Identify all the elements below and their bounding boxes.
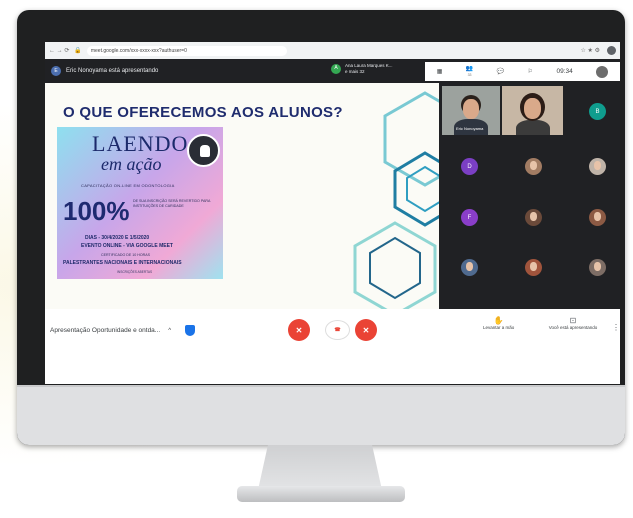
- video-caption: Eric Nonoyama: [456, 126, 484, 131]
- browser-actions: ☆ ★ ⚙: [581, 46, 616, 55]
- meet-control-bar: Apresentação Oportunidade e ontda... ^ ✕…: [45, 309, 620, 384]
- raise-hand-label: Levantar a mão: [483, 324, 515, 330]
- phone-icon: ☎: [334, 327, 341, 333]
- chat-icon[interactable]: 💬: [497, 69, 504, 75]
- camera-off-button[interactable]: ✕: [355, 319, 377, 341]
- people-button[interactable]: 👥 33: [466, 66, 473, 78]
- poster-percent-note: DE SUA INSCRIÇÃO SERÁ REVERTIDO PARA INS…: [133, 199, 211, 208]
- participant-photo[interactable]: [589, 259, 606, 276]
- video-tile[interactable]: [502, 86, 563, 135]
- meet-toolbar: ▦ 👥 33 💬 ⚐ 09:34: [425, 62, 620, 81]
- participant-photo[interactable]: [461, 259, 478, 276]
- raise-hand-button[interactable]: ✋ Levantar a mão: [483, 316, 515, 330]
- monitor-stand-base: [237, 486, 405, 502]
- poster-dates: DIAS - 30/4/2020 E 1/5/2020: [85, 235, 150, 241]
- poster-subtitle: CAPACITAÇÃO ON-LINE EM ODONTOLOGIA: [81, 183, 175, 188]
- mic-off-icon: ✕: [295, 325, 303, 335]
- participant-avatar[interactable]: D: [461, 158, 478, 175]
- presenter-banner-text: Eric Nonoyama está apresentando: [66, 68, 159, 74]
- video-tile[interactable]: Eric Nonoyama: [442, 86, 500, 135]
- hang-up-button[interactable]: ☎: [325, 320, 350, 340]
- monitor-screen: ← → ⟳ 🔒 meet.google.com/xxx-xxxx-xxx?aut…: [45, 42, 620, 384]
- lock-icon: 🔒: [74, 48, 82, 54]
- tooth-logo-icon: [187, 134, 220, 167]
- participant-face: [463, 99, 479, 119]
- participant-photo[interactable]: [525, 158, 542, 175]
- people-count: 33: [467, 72, 472, 77]
- participants-panel: Eric Nonoyama B D F: [439, 83, 620, 309]
- participant-photo[interactable]: [525, 259, 542, 276]
- participant-photo[interactable]: [589, 158, 606, 175]
- mic-off-button[interactable]: ✕: [288, 319, 310, 341]
- poster-certificate: CERTIFICADO DE 10 HORAS: [101, 253, 151, 257]
- hand-icon: ✋: [493, 316, 504, 325]
- poster-percent: 100%: [63, 196, 130, 226]
- participant-body: [516, 120, 550, 135]
- meeting-details[interactable]: Apresentação Oportunidade e ontda... ^: [50, 325, 196, 336]
- poster-footer: INSCRIÇÕES ABERTAS: [117, 270, 153, 274]
- poster-brand-sub: em ação: [101, 154, 162, 174]
- clock: 09:34: [556, 68, 573, 75]
- camera-off-icon: ✕: [362, 325, 370, 335]
- pinned-participant[interactable]: A Ana Laura Marques K... e mais 32: [331, 63, 393, 74]
- presenter-avatar: E: [51, 66, 61, 76]
- presentation-slide: O QUE OFERECEMOS AOS ALUNOS? LAENDO em a…: [45, 83, 439, 309]
- present-screen-icon: ⊡: [569, 316, 577, 325]
- presenting-label: Você está apresentando: [548, 324, 598, 330]
- poster-speakers: PALESTRANTES NACIONAIS E INTERNACIONAIS: [63, 260, 182, 266]
- presenting-button[interactable]: ⊡ Você está apresentando: [543, 316, 603, 330]
- participant-photo[interactable]: [589, 209, 606, 226]
- activities-icon[interactable]: ⚐: [528, 69, 533, 75]
- event-poster: LAENDO em ação CAPACITAÇÃO ON-LINE EM OD…: [57, 127, 223, 279]
- address-bar-text: meet.google.com/xxx-xxxx-xxx?authuser=0: [90, 47, 187, 54]
- meet-header: E Eric Nonoyama está apresentando A Ana …: [45, 59, 620, 83]
- address-bar[interactable]: meet.google.com/xxx-xxxx-xxx?authuser=0: [86, 45, 287, 56]
- pinned-avatar: A: [331, 63, 341, 74]
- shield-icon[interactable]: [185, 325, 196, 336]
- grid-view-icon[interactable]: ▦: [437, 69, 443, 75]
- presenter-banner: E Eric Nonoyama está apresentando: [51, 66, 158, 76]
- poster-event: EVENTO ONLINE - VIA GOOGLE MEET: [81, 243, 173, 249]
- monitor-stand-neck: [258, 445, 382, 490]
- participant-avatar[interactable]: B: [589, 103, 606, 120]
- pinned-more: e mais 32: [345, 68, 365, 74]
- browser-profile-icon[interactable]: [607, 46, 616, 55]
- more-options-icon[interactable]: ⋮: [612, 323, 620, 332]
- user-avatar[interactable]: [596, 65, 609, 78]
- slide-title: O QUE OFERECEMOS AOS ALUNOS?: [63, 104, 343, 121]
- participant-photo[interactable]: [525, 209, 542, 226]
- participant-avatar[interactable]: F: [461, 209, 478, 226]
- browser-toolbar: ← → ⟳ 🔒 meet.google.com/xxx-xxxx-xxx?aut…: [45, 42, 620, 59]
- meeting-name-text: Apresentação Oportunidade e ontda...: [50, 327, 161, 334]
- participant-face: [524, 98, 541, 119]
- browser-nav-icons[interactable]: ← → ⟳: [49, 47, 69, 54]
- monitor-chin: [17, 385, 625, 445]
- chevron-up-icon[interactable]: ^: [168, 328, 171, 334]
- bookmark-icon[interactable]: ☆ ★ ⚙: [581, 47, 600, 54]
